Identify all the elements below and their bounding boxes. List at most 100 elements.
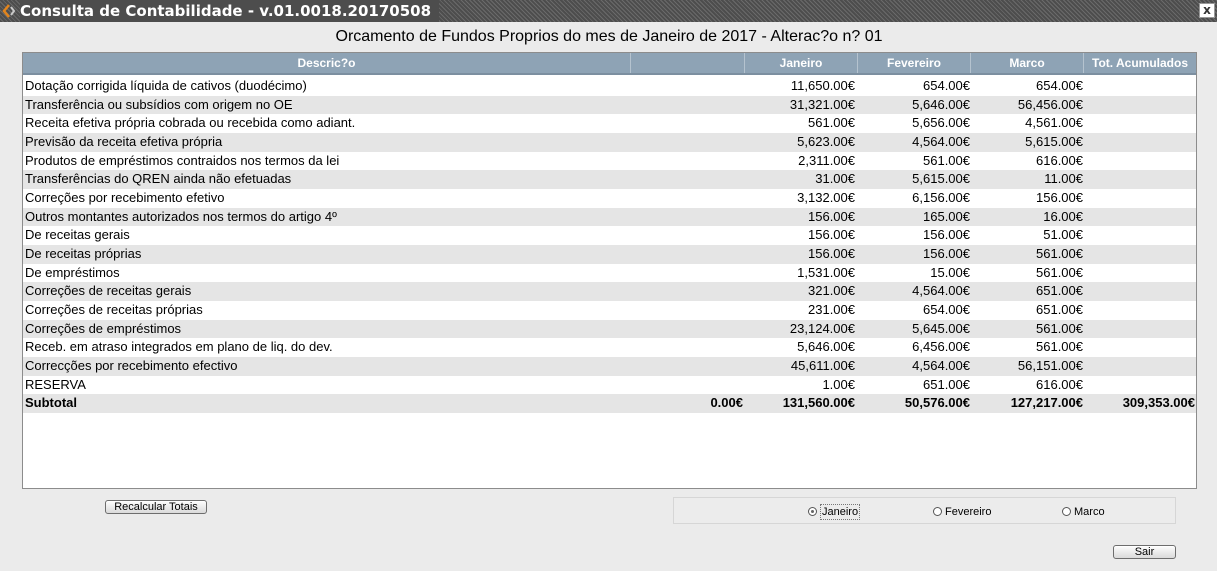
window-title: Consulta de Contabilidade - v.01.0018.20… (20, 0, 440, 22)
table-cell-mar: 651.00€ (1036, 301, 1083, 317)
table-cell-desc: Correções de receitas próprias (25, 301, 203, 317)
table-cell-mar: 11.00€ (1044, 171, 1083, 187)
table-cell-mar: 16.00€ (1043, 208, 1083, 224)
table-row[interactable]: Previsão da receita efetiva própria 5,623… (23, 132, 1196, 152)
table-cell-desc: Correções por recebimento efetivo (25, 189, 225, 205)
table-row[interactable]: Transferência ou subsídios com origem no… (23, 95, 1196, 115)
table-cell-mar: 56,151.00€ (1017, 357, 1083, 373)
table-row[interactable]: Dotação corrigida líquida de cativos (du… (23, 77, 1196, 96)
table-cell-desc: Previsão da receita efetiva própria (25, 133, 223, 149)
subtotal-cell-blank: 0.00€ (710, 395, 743, 411)
table-cell-fev: 15.00€ (930, 264, 970, 280)
table-row[interactable]: De receitas gerais 156.00€ 156.00€ 51.00€ (23, 226, 1196, 245)
subtotal-cell-fev: 50,576.00€ (904, 395, 970, 411)
table-cell-tot (1085, 96, 1195, 115)
subtotal-row: Subtotal 0.00€ 131,560.00€ 50,576.00€ 127,21… (23, 394, 1196, 413)
table-row[interactable]: Receb. em atraso integrados em plano de … (23, 338, 1196, 357)
table-cell-mar: 561.00€ (1036, 320, 1083, 336)
table-row[interactable]: Produtos de empréstimos contraidos nos t… (23, 152, 1196, 171)
table-cell-jan: 2,311.00€ (798, 152, 855, 168)
column-header-descricao[interactable]: Descric?o (23, 53, 631, 73)
table-cell-tot (1085, 320, 1195, 339)
table-cell-jan: 561.00€ (808, 115, 855, 131)
table-cell-fev: 651.00€ (923, 376, 970, 392)
column-header-fevereiro[interactable]: Fevereiro (858, 53, 971, 73)
recalcular-totais-button[interactable]: Recalcular Totais (105, 500, 207, 514)
table-cell-jan: 5,623.00€ (797, 133, 855, 149)
radio-icon[interactable] (933, 507, 942, 516)
table-row[interactable]: De receitas próprias 156.00€ 156.00€ 561.00… (23, 244, 1196, 264)
table-cell-tot (1085, 189, 1195, 208)
table-row[interactable]: Transferências do QREN ainda não efetuad… (23, 170, 1196, 189)
table-cell-blank (633, 301, 743, 320)
table-cell-tot (1085, 338, 1195, 357)
table-cell-blank (633, 226, 743, 245)
table-cell-jan: 31,321.00€ (789, 96, 855, 112)
table-cell-fev: 4,564.00€ (912, 357, 970, 373)
table-cell-blank (633, 152, 743, 171)
sair-button[interactable]: Sair (1113, 545, 1176, 559)
table-cell-jan: 23,124.00€ (789, 320, 855, 336)
table-row[interactable]: Receita efetiva própria cobrada ou receb… (23, 114, 1196, 133)
table-cell-mar: 561.00€ (1036, 245, 1083, 261)
subtotal-cell-jan: 131,560.00€ (782, 395, 855, 411)
radio-icon[interactable] (1062, 507, 1071, 516)
close-icon[interactable]: x (1199, 3, 1215, 18)
column-header-marco[interactable]: Marco (971, 53, 1084, 73)
table-cell-mar: 651.00€ (1036, 283, 1083, 299)
table-row[interactable]: RESERVA 1.00€ 651.00€ 616.00€ (23, 376, 1196, 395)
table-body: Dotação corrigida líquida de cativos (du… (23, 77, 1196, 413)
column-header-janeiro[interactable]: Janeiro (745, 53, 858, 73)
table-cell-mar: 5,615.00€ (1025, 133, 1083, 149)
table-cell-jan: 31.00€ (815, 171, 855, 187)
table-cell-desc: Transferências do QREN ainda não efetuad… (25, 171, 292, 187)
table-cell-fev: 654.00€ (923, 301, 970, 317)
table-cell-jan: 11,650.00€ (790, 78, 855, 93)
table-cell-fev: 156.00€ (923, 245, 970, 261)
table-cell-mar: 616.00€ (1036, 376, 1083, 392)
table-cell-jan: 156.00€ (808, 227, 855, 243)
table-cell-tot (1085, 264, 1195, 283)
table-cell-blank (633, 77, 743, 96)
table-cell-fev: 5,645.00€ (912, 320, 970, 336)
table-cell-tot (1085, 152, 1195, 171)
table-cell-blank (633, 338, 743, 357)
radio-label: Marco (1074, 506, 1105, 518)
table-cell-desc: RESERVA (25, 376, 86, 392)
column-header-blank[interactable] (631, 53, 745, 73)
table-row[interactable]: Correcções por recebimento efectivo 45,61… (23, 356, 1196, 376)
table-cell-fev: 165.00€ (923, 208, 970, 224)
radio-label: Janeiro (820, 504, 861, 520)
table-cell-jan: 1,531.00€ (797, 264, 855, 280)
table-cell-jan: 156.00€ (808, 208, 855, 224)
table-row[interactable]: Correções de receitas próprias 231.00€ 654… (23, 301, 1196, 320)
table-row[interactable]: Correções por recebimento efetivo 3,132.0… (23, 189, 1196, 208)
table-cell-desc: Transferência ou subsídios com origem no… (25, 96, 293, 112)
subtotal-cell-mar: 127,217.00€ (1010, 395, 1083, 411)
budget-table: Descric?o Janeiro Fevereiro Marco Tot. A… (22, 52, 1197, 489)
table-cell-jan: 5,646.00€ (797, 339, 855, 355)
table-row[interactable]: Outros montantes autorizados nos termos … (23, 207, 1196, 227)
table-cell-tot (1085, 114, 1195, 133)
page-title: Orcamento de Fundos Proprios do mes de J… (335, 28, 883, 45)
table-cell-desc: Correcções por recebimento efectivo (25, 357, 238, 373)
table-row[interactable]: Correções de empréstimos 23,124.00€ 5,645.… (23, 319, 1196, 339)
table-row[interactable]: De empréstimos 1,531.00€ 15.00€ 561.00€ (23, 264, 1196, 283)
table-cell-tot (1085, 226, 1195, 245)
radio-selected-icon[interactable] (808, 507, 817, 516)
table-cell-fev: 561.00€ (923, 152, 970, 168)
table-cell-blank (633, 282, 743, 301)
table-row[interactable]: Correções de receitas gerais 321.00€ 4,564… (23, 282, 1196, 301)
table-cell-tot (1085, 170, 1195, 189)
table-cell-blank (633, 133, 743, 152)
table-cell-blank (633, 96, 743, 115)
table-cell-desc: Receita efetiva própria cobrada ou receb… (25, 115, 356, 131)
table-cell-mar: 56,456.00€ (1017, 96, 1083, 112)
radio-label: Fevereiro (945, 506, 992, 518)
table-cell-tot (1085, 77, 1195, 96)
table-cell-fev: 4,564.00€ (912, 283, 970, 299)
table-cell-fev: 5,656.00€ (912, 115, 970, 131)
table-cell-desc: Outros montantes autorizados nos termos … (25, 208, 337, 224)
table-cell-fev: 654.00€ (923, 78, 970, 93)
column-header-tot-acumulados[interactable]: Tot. Acumulados (1084, 53, 1196, 73)
